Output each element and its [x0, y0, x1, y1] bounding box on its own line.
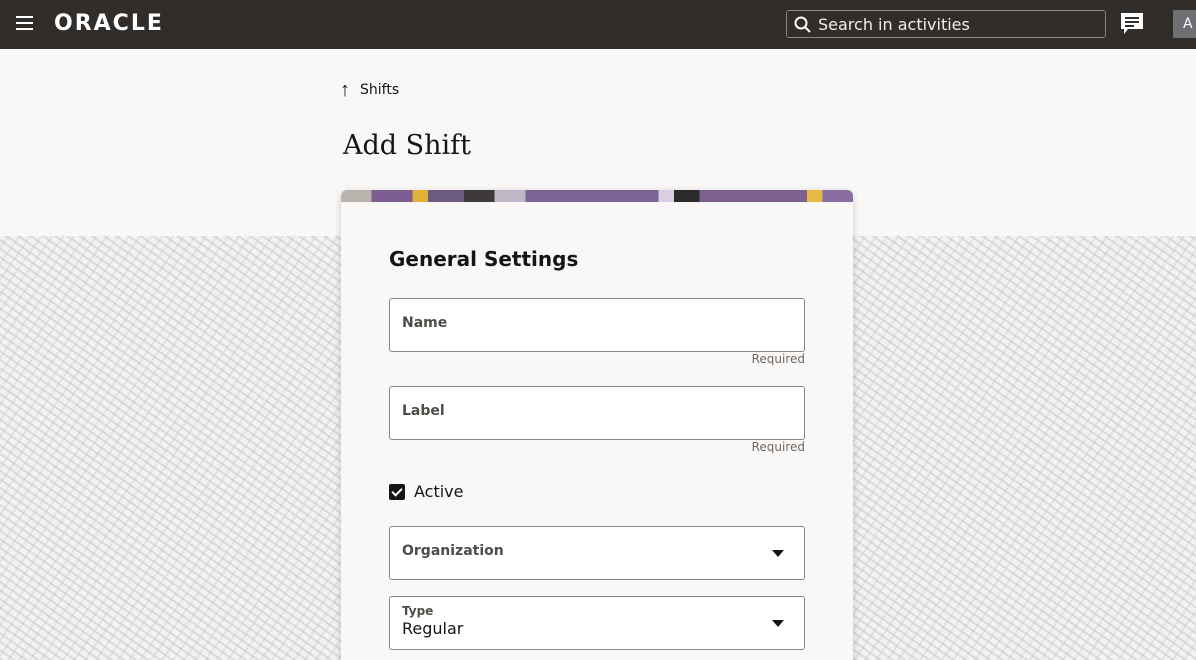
organization-select-label: Organization: [402, 543, 504, 559]
active-checkbox-label: Active: [414, 482, 464, 501]
checkbox-checked-icon[interactable]: [389, 483, 405, 500]
type-select-value: Regular: [402, 619, 464, 638]
type-select[interactable]: Type Regular: [389, 596, 805, 650]
label-field-label: Label: [402, 403, 445, 419]
breadcrumb-label: Shifts: [360, 82, 400, 98]
organization-select[interactable]: Organization: [389, 526, 805, 580]
card-banner-image: [341, 190, 853, 202]
user-avatar[interactable]: A: [1173, 10, 1196, 38]
up-arrow-icon: ↑: [340, 79, 350, 101]
search-icon: [794, 16, 811, 33]
active-checkbox[interactable]: Active: [389, 482, 464, 501]
name-field-label: Name: [402, 315, 448, 331]
label-required-hint: Required: [751, 440, 805, 454]
oracle-logo: ORACLE: [54, 11, 164, 36]
chat-icon[interactable]: [1120, 12, 1144, 36]
name-required-hint: Required: [751, 352, 805, 366]
add-shift-card: General Settings Name Required Label Req…: [341, 190, 853, 660]
chevron-down-icon[interactable]: [772, 550, 784, 557]
label-field[interactable]: Label: [389, 386, 805, 440]
hamburger-menu-icon[interactable]: [16, 16, 33, 30]
type-select-label: Type: [402, 604, 434, 618]
page-title: Add Shift: [343, 130, 472, 161]
search-box[interactable]: [786, 10, 1106, 38]
section-title: General Settings: [389, 247, 579, 271]
back-to-shifts-link[interactable]: ↑ Shifts: [340, 79, 400, 101]
name-field[interactable]: Name: [389, 298, 805, 352]
search-input[interactable]: [818, 14, 1098, 34]
top-bar: ORACLE A: [0, 0, 1196, 49]
chevron-down-icon[interactable]: [772, 620, 784, 627]
